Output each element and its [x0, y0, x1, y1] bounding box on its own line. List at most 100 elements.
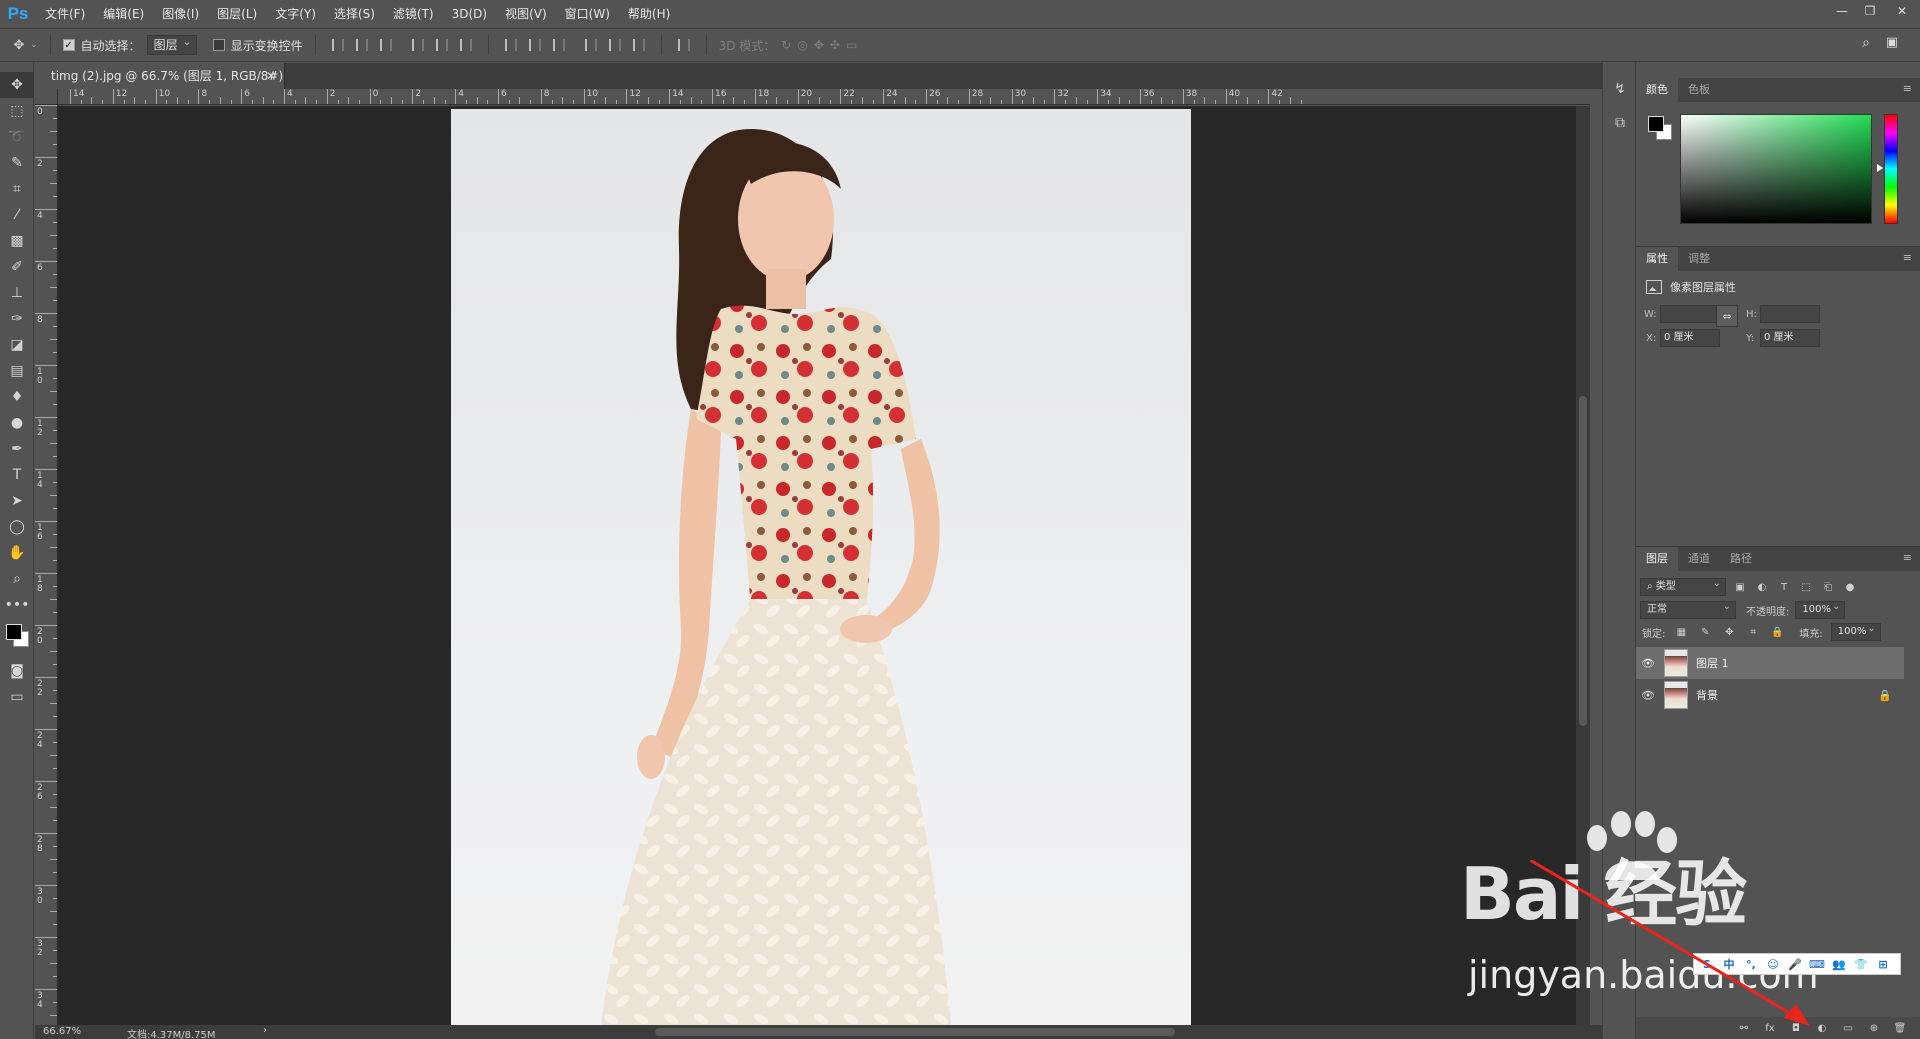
ellipse-tool-icon[interactable]: ◯ [0, 514, 34, 540]
align-bottom-icon[interactable] [376, 35, 396, 55]
tab-swatches[interactable]: 色板 [1678, 78, 1720, 102]
scrollbar-thumb[interactable] [1579, 396, 1587, 726]
minimize-button[interactable]: — [1828, 0, 1856, 22]
color-picker-field[interactable] [1680, 114, 1872, 224]
blur-tool-icon[interactable]: ♦ [0, 384, 34, 410]
distribute-top-icon[interactable] [501, 35, 521, 55]
menu-view[interactable]: 视图(V) [496, 0, 556, 28]
link-icon[interactable]: ⇔ [1716, 305, 1738, 327]
close-icon[interactable]: ✕ [266, 63, 276, 89]
lock-pixels-icon[interactable]: ✎ [1697, 624, 1713, 640]
move-tool-preset-icon[interactable]: ✥ [8, 34, 30, 56]
distribute-hcenter-icon[interactable] [605, 35, 625, 55]
ruler-vertical[interactable]: 0 2 4 6 8 10 12 14 16 18 20 22 24 26 28 30 32 34 [35, 105, 58, 1025]
auto-select-checkbox[interactable]: ✓ [62, 39, 75, 51]
filter-shape-icon[interactable]: ⬚ [1798, 579, 1814, 595]
tab-properties[interactable]: 属性 [1636, 247, 1678, 271]
ime-punctuation-icon[interactable]: °, [1742, 956, 1760, 972]
panel-menu-icon[interactable]: ≡ [1903, 551, 1912, 564]
show-transform-checkbox[interactable] [212, 39, 225, 51]
3d-rotate-icon[interactable]: ↻ [781, 38, 791, 52]
path-select-tool-icon[interactable]: ➤ [0, 488, 34, 514]
height-field[interactable] [1760, 305, 1820, 323]
distribute-vcenter-icon[interactable] [525, 35, 545, 55]
menu-filter[interactable]: 滤镜(T) [384, 0, 443, 28]
hue-marker-icon[interactable] [1877, 164, 1883, 172]
x-field[interactable]: 0 厘米 [1660, 329, 1720, 347]
y-field[interactable]: 0 厘米 [1760, 329, 1820, 347]
vertical-scrollbar[interactable] [1576, 106, 1590, 1025]
layer-filter-dropdown[interactable]: ⌕ 类型 [1640, 576, 1726, 596]
link-layers-icon[interactable]: ⚯ [1736, 1020, 1752, 1036]
lock-all-icon[interactable]: 🔒 [1769, 624, 1785, 640]
ime-voice-icon[interactable]: 🎤 [1786, 956, 1804, 972]
ime-user-icon[interactable]: 👥 [1830, 956, 1848, 972]
screen-mode-icon[interactable]: ▭ [0, 684, 34, 710]
blend-mode-dropdown[interactable]: 正常 [1640, 599, 1736, 619]
search-icon[interactable]: ⌕ [1862, 35, 1870, 51]
tab-adjustments[interactable]: 调整 [1678, 247, 1720, 271]
menu-type[interactable]: 文字(Y) [266, 0, 325, 28]
zoom-tool-icon[interactable]: ⌕ [0, 566, 34, 592]
panel-menu-icon[interactable]: ≡ [1903, 251, 1912, 264]
align-top-icon[interactable] [328, 35, 348, 55]
3d-scale-icon[interactable]: ▭ [846, 38, 857, 52]
tab-layers[interactable]: 图层 [1636, 547, 1678, 571]
distribute-right-icon[interactable] [629, 35, 649, 55]
menu-image[interactable]: 图像(I) [153, 0, 208, 28]
auto-align-icon[interactable] [674, 35, 694, 55]
delete-layer-icon[interactable]: 🗑 [1892, 1020, 1908, 1036]
align-left-icon[interactable] [408, 35, 428, 55]
filter-toggle-icon[interactable]: ● [1842, 579, 1858, 595]
menu-help[interactable]: 帮助(H) [619, 0, 679, 28]
align-right-icon[interactable] [456, 35, 476, 55]
filter-adjustment-icon[interactable]: ◐ [1754, 579, 1770, 595]
align-vcenter-icon[interactable] [352, 35, 372, 55]
quick-select-tool-icon[interactable]: ✎ [0, 150, 34, 176]
pen-tool-icon[interactable]: ✒ [0, 436, 34, 462]
filter-pixel-icon[interactable]: ▣ [1732, 579, 1748, 595]
menu-edit[interactable]: 编辑(E) [94, 0, 153, 28]
tab-paths[interactable]: 路径 [1720, 547, 1762, 571]
new-adjustment-layer-icon[interactable]: ◐ [1814, 1020, 1830, 1036]
distribute-bottom-icon[interactable] [549, 35, 569, 55]
hue-slider[interactable] [1884, 114, 1898, 224]
menu-3d[interactable]: 3D(D) [443, 0, 496, 28]
ime-emoji-icon[interactable]: ☺ [1764, 956, 1782, 972]
menu-layer[interactable]: 图层(L) [208, 0, 266, 28]
layer-row-background[interactable]: 👁 背景 🔒 [1636, 679, 1904, 711]
status-menu-arrow[interactable]: › [263, 1025, 267, 1036]
chevron-down-icon[interactable]: ⌄ [30, 40, 38, 50]
stamp-tool-icon[interactable]: ⊥ [0, 280, 34, 306]
type-tool-icon[interactable]: T [0, 462, 34, 488]
zoom-readout[interactable]: 66.67% [43, 1026, 81, 1037]
distribute-left-icon[interactable] [581, 35, 601, 55]
ime-toolbox-icon[interactable]: ⊞ [1874, 956, 1892, 972]
auto-select-dropdown[interactable]: 图层 [146, 33, 197, 55]
lock-artboard-icon[interactable]: ⌗ [1745, 624, 1761, 640]
restore-button[interactable]: ❐ [1856, 0, 1884, 22]
layer-row-layer-1[interactable]: 👁 图层 1 [1636, 647, 1904, 679]
hand-tool-icon[interactable]: ✋ [0, 540, 34, 566]
filter-type-icon[interactable]: T [1776, 579, 1792, 595]
menu-window[interactable]: 窗口(W) [556, 0, 619, 28]
filter-smart-object-icon[interactable]: ⎗ [1820, 579, 1836, 595]
layer-style-button[interactable]: fx [1762, 1020, 1778, 1036]
color-swatches[interactable] [0, 618, 34, 658]
lock-transparent-icon[interactable]: ▦ [1673, 624, 1689, 640]
3d-slide-icon[interactable]: ✣ [830, 38, 840, 52]
marquee-tool-icon[interactable]: ⬚ [0, 98, 34, 124]
add-mask-icon[interactable]: ◘ [1788, 1020, 1804, 1036]
quick-mask-icon[interactable]: ◙ [0, 658, 34, 684]
eyedropper-tool-icon[interactable]: ⁄ [0, 202, 34, 228]
document-tab[interactable]: timg (2).jpg @ 66.7% (图层 1, RGB/8#) * ✕ [35, 63, 285, 109]
history-brush-tool-icon[interactable]: ✑ [0, 306, 34, 332]
brush-tool-icon[interactable]: ✐ [0, 254, 34, 280]
workspace-icon[interactable]: ▣ [1886, 35, 1898, 50]
lasso-tool-icon[interactable]: ➰ [0, 124, 34, 150]
ime-keyboard-icon[interactable]: ⌨ [1808, 956, 1826, 972]
3d-roll-icon[interactable]: ◎ [797, 38, 807, 52]
color-panel-foreground[interactable] [1648, 116, 1664, 132]
horizontal-scrollbar-thumb[interactable] [655, 1028, 1175, 1036]
properties-panel-icon[interactable]: ⧉ [1603, 106, 1637, 140]
